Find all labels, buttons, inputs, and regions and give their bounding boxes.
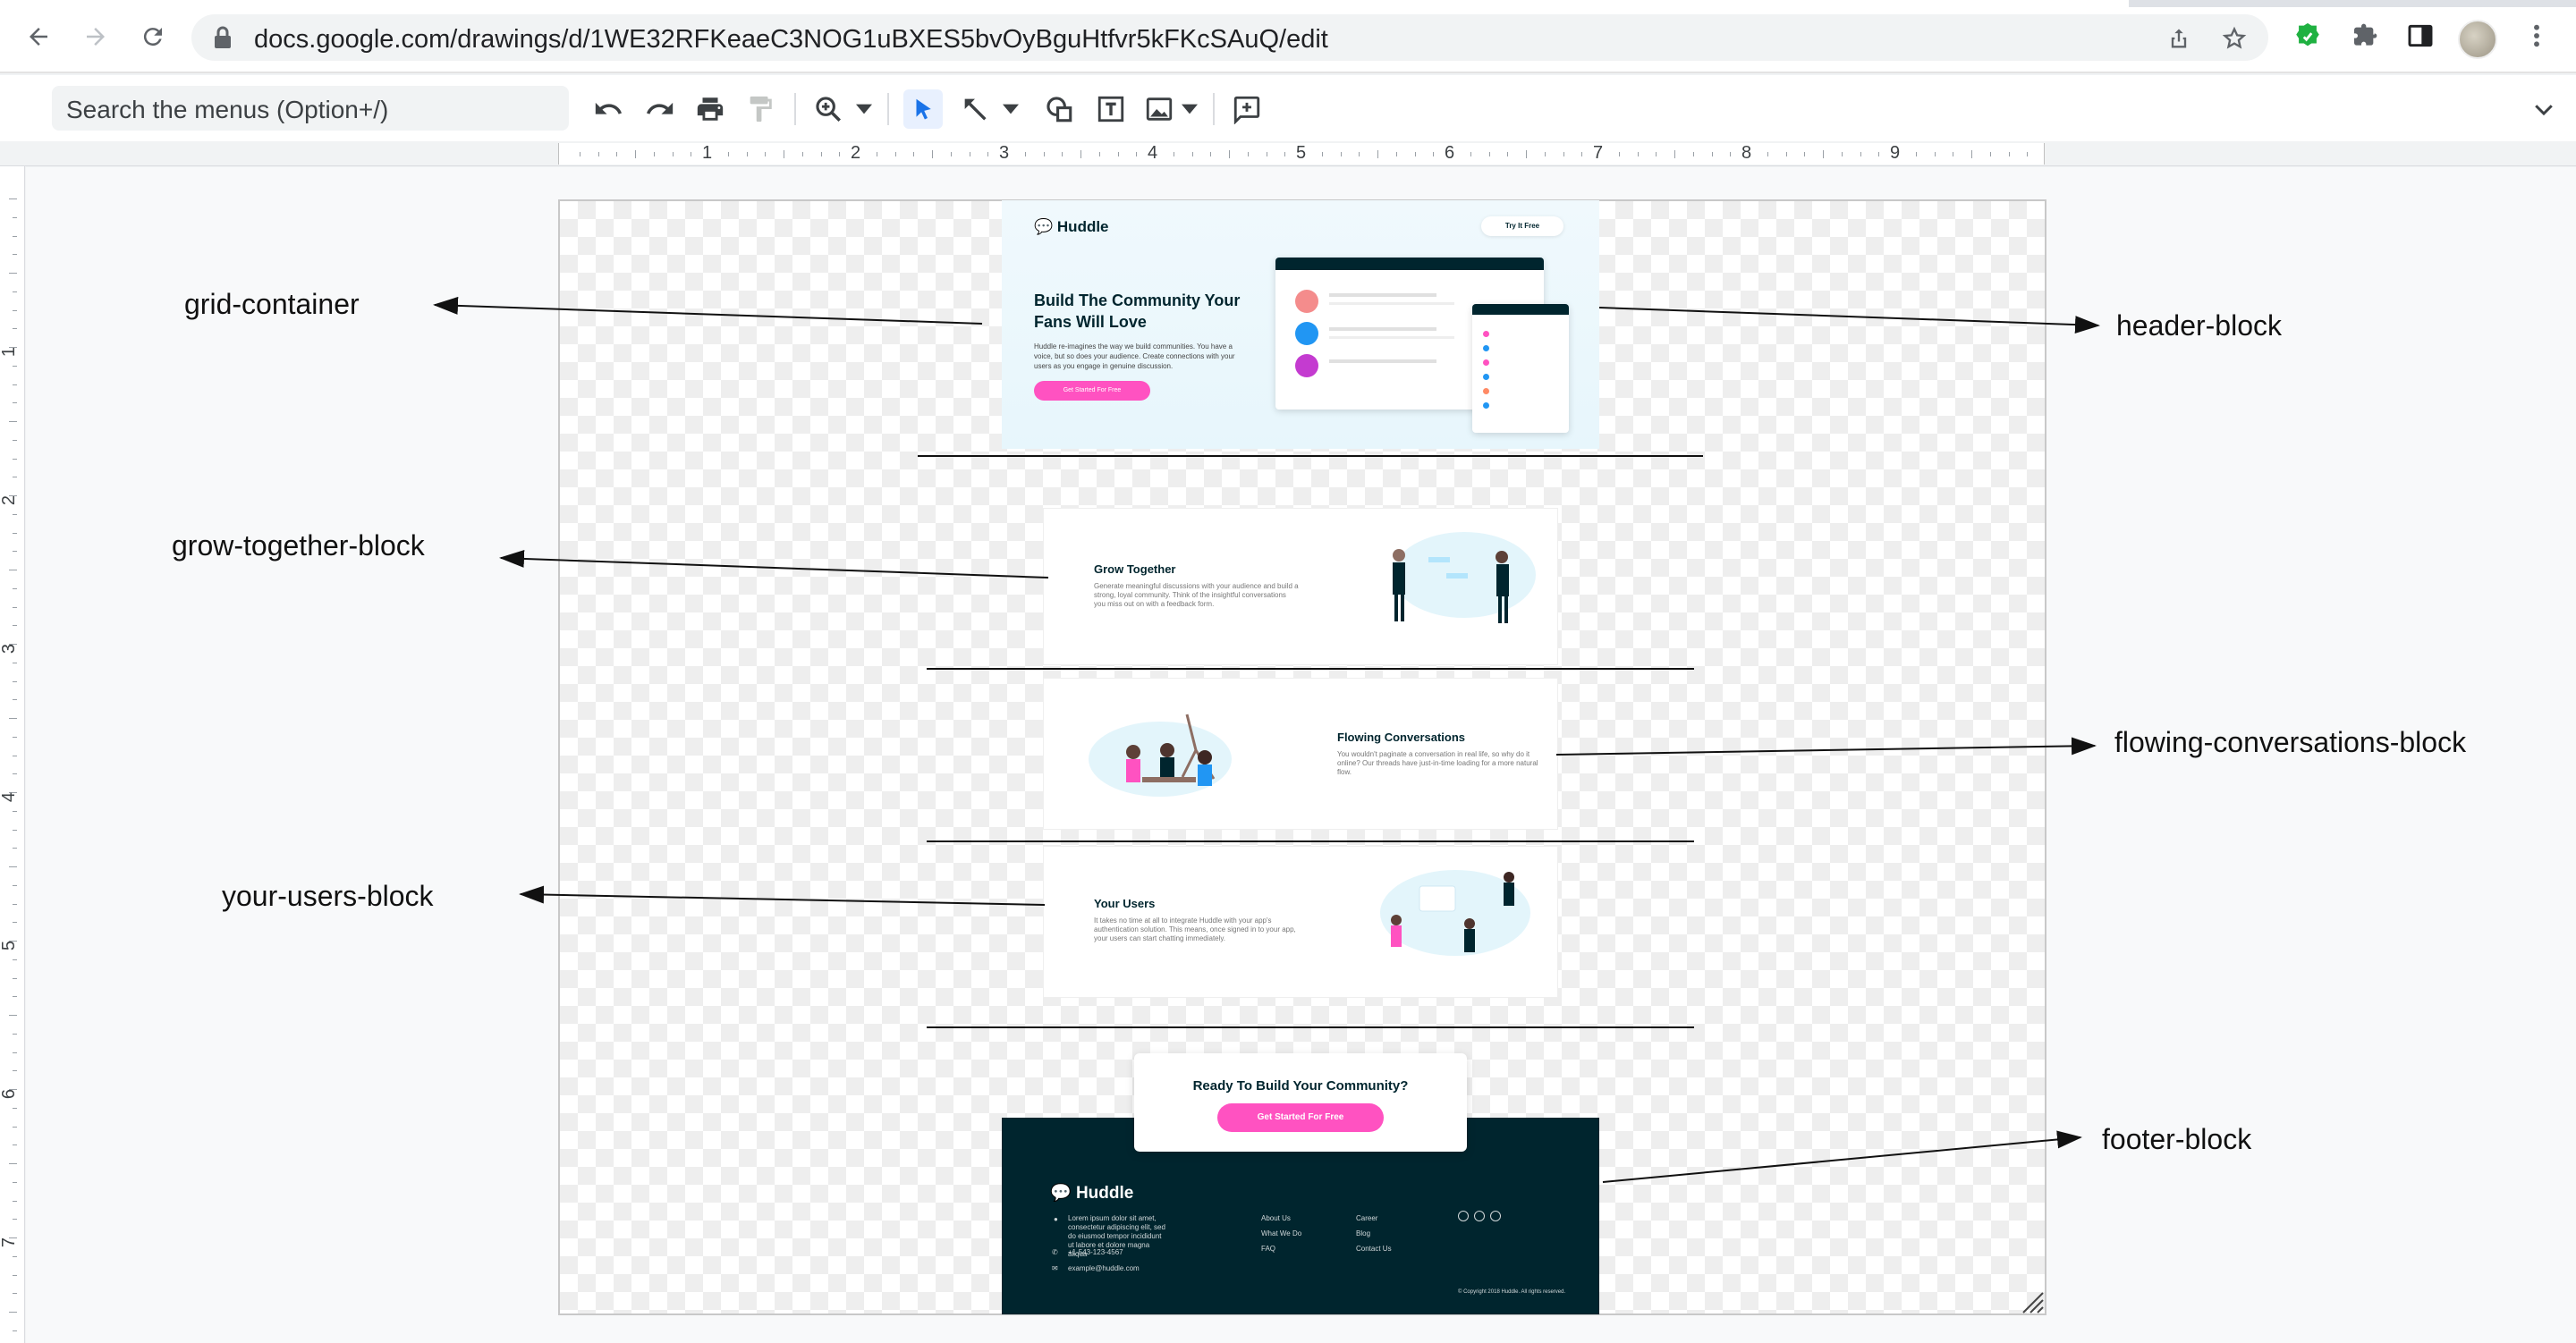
label-grid-container[interactable]: grid-container	[184, 288, 360, 321]
arrow-grow-together[interactable]	[499, 549, 1049, 579]
cta-button: Get Started For Free	[1217, 1103, 1384, 1132]
cta-title: Ready To Build Your Community?	[1192, 1078, 1409, 1094]
arrow-header-block[interactable]	[1598, 307, 2100, 334]
label-your-users-block[interactable]: your-users-block	[222, 880, 434, 913]
arrow-footer-block[interactable]	[1602, 1130, 2082, 1183]
resize-handle-icon[interactable]	[2022, 1292, 2044, 1313]
cta-card[interactable]: Ready To Build Your Community? Get Start…	[1134, 1053, 1467, 1152]
label-grow-together-block[interactable]: grow-together-block	[172, 529, 425, 562]
arrow-grid-container[interactable]	[433, 296, 983, 325]
label-footer-block[interactable]: footer-block	[2102, 1123, 2251, 1156]
arrow-your-users[interactable]	[519, 885, 1046, 906]
label-header-block[interactable]: header-block	[2116, 309, 2282, 342]
label-flowing-conversations-block[interactable]: flowing-conversations-block	[2114, 726, 2466, 759]
arrow-flowing-conversations[interactable]	[1555, 737, 2097, 756]
